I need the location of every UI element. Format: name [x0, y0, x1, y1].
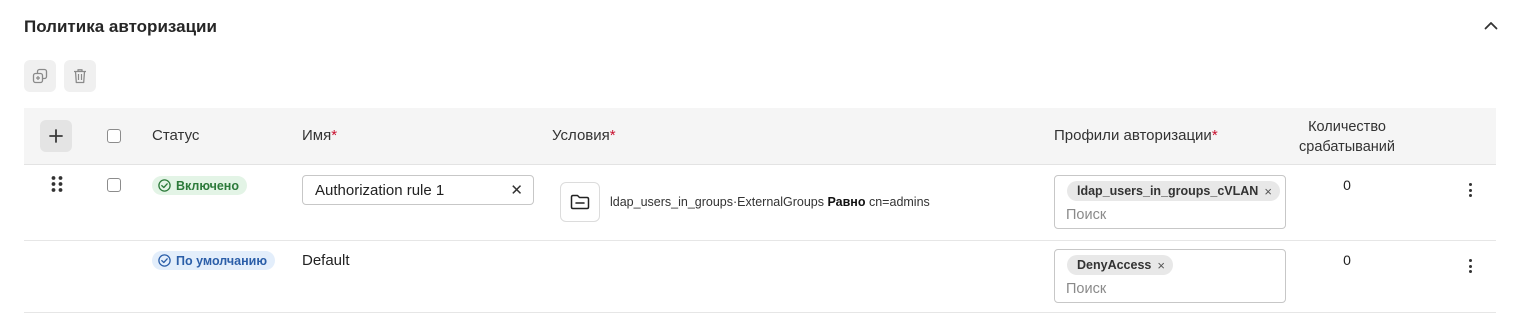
- column-conditions-label: Условия: [552, 127, 610, 144]
- trash-icon: [74, 69, 86, 84]
- kebab-menu-icon[interactable]: [1464, 181, 1476, 199]
- column-name: Имя*: [302, 127, 337, 144]
- status-cell: Включено: [152, 176, 247, 197]
- drag-handle-icon[interactable]: [50, 175, 64, 193]
- select-all-checkbox[interactable]: [107, 129, 121, 143]
- delete-button[interactable]: [64, 60, 96, 92]
- column-profiles: Профили авторизации*: [1054, 127, 1218, 144]
- check-circle-icon: [158, 254, 171, 267]
- duplicate-icon: [32, 68, 48, 84]
- profiles-select[interactable]: ldap_users_in_groups_cVLAN ×: [1054, 175, 1286, 229]
- add-rule-button[interactable]: [40, 120, 72, 152]
- hit-count: 0: [1343, 252, 1351, 268]
- profile-chip: DenyAccess ×: [1067, 255, 1173, 275]
- remove-profile-icon[interactable]: ×: [1264, 184, 1272, 199]
- clear-icon[interactable]: ✕: [510, 181, 523, 199]
- status-badge: По умолчанию: [152, 251, 276, 270]
- condition-value: cn=admins: [868, 195, 930, 209]
- folder-icon: [570, 194, 590, 210]
- column-hit-count-line1: Количество: [1308, 119, 1386, 135]
- rule-name: Default: [302, 252, 350, 269]
- profile-chip-label: DenyAccess: [1077, 258, 1152, 272]
- rule-name-input[interactable]: [315, 181, 507, 199]
- check-circle-icon: [158, 179, 171, 192]
- status-badge-label: Включено: [176, 178, 239, 193]
- condition-attribute: ldap_users_in_groups·ExternalGroups: [610, 195, 825, 209]
- duplicate-button[interactable]: [24, 60, 56, 92]
- collapse-button[interactable]: [1480, 14, 1502, 36]
- table-row: Включено ✕ ldap_users_in_groups·External…: [24, 165, 1496, 241]
- kebab-menu-icon[interactable]: [1464, 257, 1476, 275]
- table-row: По умолчанию Default DenyAccess × 0: [24, 241, 1496, 313]
- profile-chip: ldap_users_in_groups_cVLAN ×: [1067, 181, 1280, 201]
- profiles-select[interactable]: DenyAccess ×: [1054, 249, 1286, 303]
- status-badge-label: По умолчанию: [176, 253, 268, 268]
- table-header: Статус Имя* Условия* Профили авторизации…: [24, 108, 1496, 165]
- section-title: Политика авторизации: [24, 17, 217, 36]
- column-conditions: Условия*: [552, 127, 616, 144]
- column-profiles-label: Профили авторизации: [1054, 127, 1212, 144]
- required-mark: *: [1211, 127, 1218, 144]
- required-mark: *: [331, 127, 338, 144]
- condition-operator: Равно: [827, 195, 866, 209]
- column-hit-count: Количество срабатываний: [1292, 117, 1402, 157]
- remove-profile-icon[interactable]: ×: [1157, 258, 1165, 273]
- plus-icon: [49, 129, 63, 143]
- status-cell: По умолчанию: [152, 251, 276, 272]
- column-status: Статус: [152, 127, 200, 144]
- status-badge: Включено: [152, 176, 247, 195]
- profile-search-input[interactable]: [1066, 281, 1266, 297]
- profile-search-input[interactable]: [1066, 207, 1266, 223]
- authorization-policy-table: Статус Имя* Условия* Профили авторизации…: [24, 108, 1496, 313]
- rule-name-field[interactable]: ✕: [302, 175, 534, 205]
- required-mark: *: [609, 127, 616, 144]
- chevron-up-icon: [1484, 21, 1498, 29]
- column-hit-count-line2: срабатываний: [1299, 139, 1395, 155]
- row-checkbox[interactable]: [107, 178, 121, 192]
- hit-count: 0: [1343, 177, 1351, 193]
- column-name-label: Имя: [302, 127, 332, 144]
- condition-expression: ldap_users_in_groups·ExternalGroups Равн…: [610, 195, 930, 209]
- condition-button[interactable]: [560, 182, 600, 222]
- profile-chip-label: ldap_users_in_groups_cVLAN: [1077, 184, 1259, 198]
